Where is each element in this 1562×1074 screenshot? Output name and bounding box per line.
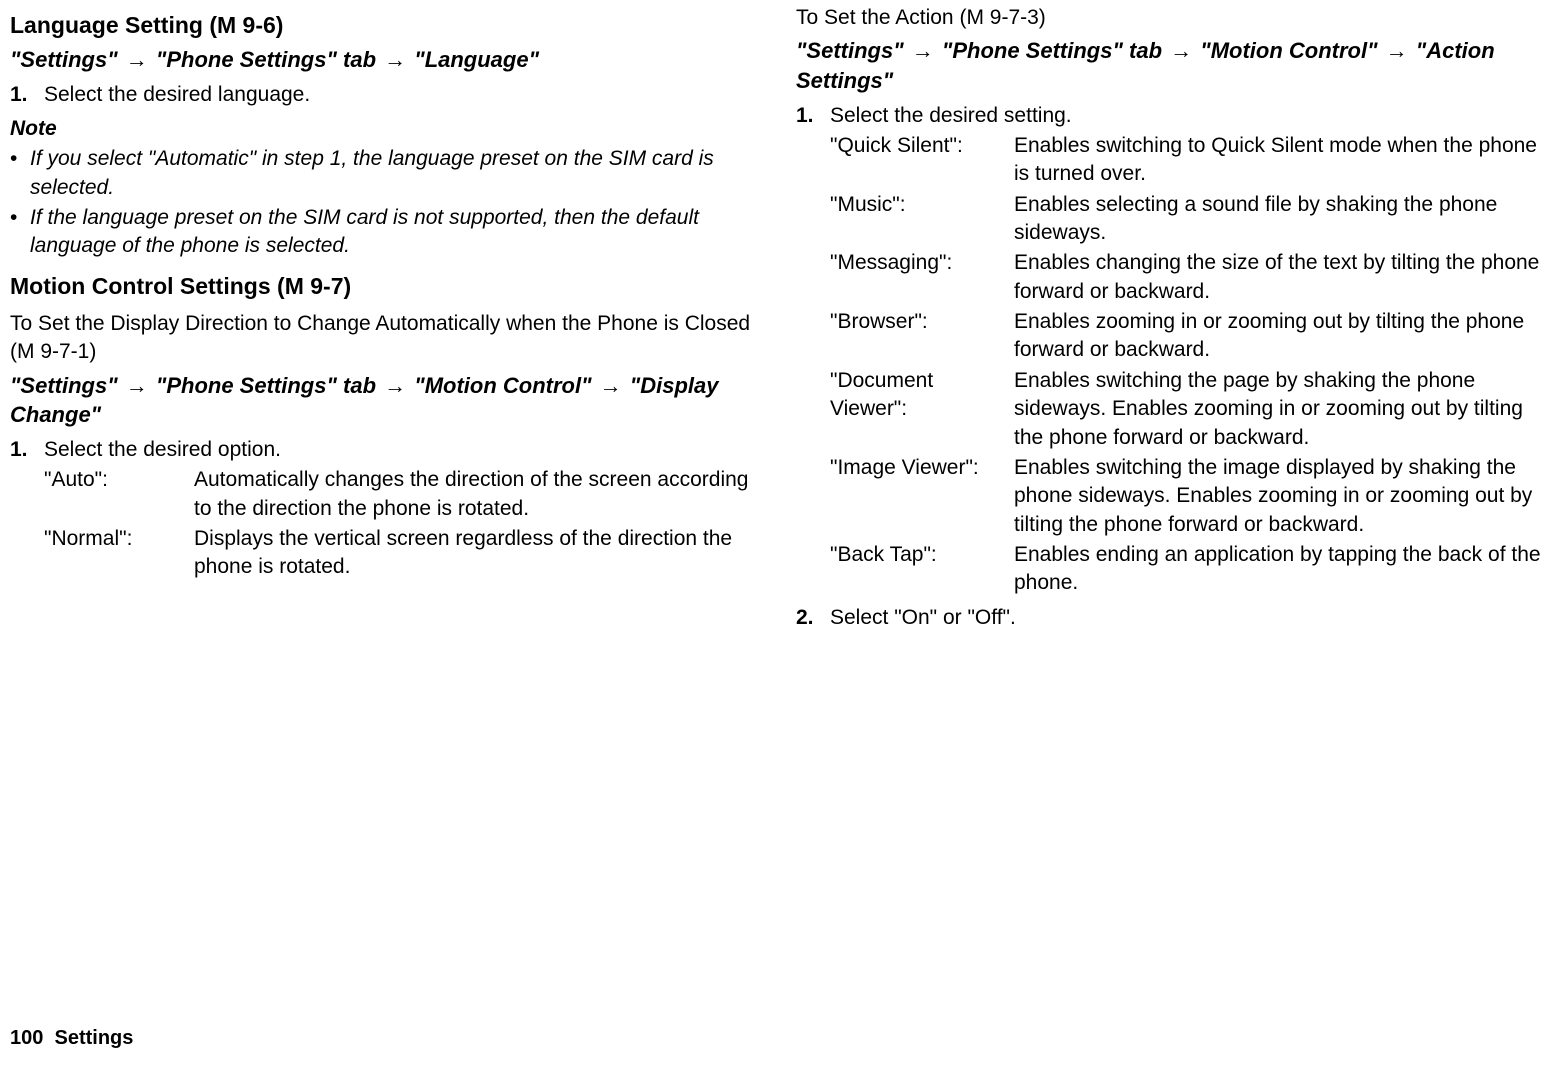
step-row: 2. Select "On" or "Off". (796, 604, 1552, 632)
path-part: "Phone Settings" tab (156, 373, 376, 398)
option-desc: Enables switching to Quick Silent mode w… (1014, 132, 1552, 189)
arrow-icon: → (1384, 38, 1410, 63)
option-desc: Enables changing the size of the text by… (1014, 249, 1552, 306)
path-part: "Phone Settings" tab (942, 38, 1162, 63)
path-part: "Motion Control" (1200, 38, 1377, 63)
option-term: "Browser": (830, 308, 1014, 365)
menu-code: (M 9-7) (277, 273, 351, 299)
right-column: To Set the Action (M 9-7-3) "Settings" →… (796, 4, 1552, 632)
path-part: "Motion Control" (414, 373, 591, 398)
option-term: "Document Viewer": (830, 367, 1014, 452)
option-term: "Messaging": (830, 249, 1014, 306)
option-row: "Document Viewer": Enables switching the… (830, 367, 1552, 452)
option-desc: Displays the vertical screen regardless … (194, 525, 766, 582)
path-part: "Settings" (796, 38, 904, 63)
step-text: Select "On" or "Off". (830, 604, 1016, 632)
subheading-action: To Set the Action (M 9-7-3) (796, 4, 1552, 32)
action-options-block: "Quick Silent": Enables switching to Qui… (796, 132, 1552, 598)
step-number: 1. (10, 436, 44, 464)
nav-path-language: "Settings" → "Phone Settings" tab → "Lan… (10, 45, 766, 75)
options-block: "Auto": Automatically changes the direct… (10, 466, 766, 581)
heading-text: Language Setting (10, 12, 203, 38)
option-row: "Music": Enables selecting a sound file … (830, 191, 1552, 248)
bullet-icon: • (10, 204, 30, 261)
option-term: "Image Viewer": (830, 454, 1014, 539)
note-bullet: • If the language preset on the SIM card… (10, 204, 766, 261)
menu-code: (M 9-7-1) (10, 340, 96, 363)
path-part: "Settings" (10, 373, 118, 398)
arrow-icon: → (382, 47, 408, 72)
path-part: "Language" (414, 47, 539, 72)
heading-motion-control: Motion Control Settings (M 9-7) (10, 271, 766, 302)
option-desc: Enables switching the image displayed by… (1014, 454, 1552, 539)
step-row: 1. Select the desired setting. (796, 102, 1552, 130)
heading-language-setting: Language Setting (M 9-6) (10, 10, 766, 41)
step-row: 1. Select the desired option. (10, 436, 766, 464)
step-number: 1. (796, 102, 830, 130)
note-text: If the language preset on the SIM card i… (30, 204, 766, 261)
option-desc: Enables zooming in or zooming out by til… (1014, 308, 1552, 365)
menu-code: (M 9-7-3) (959, 6, 1045, 29)
option-term: "Quick Silent": (830, 132, 1014, 189)
arrow-icon: → (910, 38, 936, 63)
option-row: "Browser": Enables zooming in or zooming… (830, 308, 1552, 365)
option-row: "Normal": Displays the vertical screen r… (44, 525, 766, 582)
step-number: 1. (10, 81, 44, 109)
note-heading: Note (10, 115, 766, 143)
option-row: "Back Tap": Enables ending an applicatio… (830, 541, 1552, 598)
page-number: 100 (10, 1027, 43, 1049)
option-row: "Image Viewer": Enables switching the im… (830, 454, 1552, 539)
option-row: "Messaging": Enables changing the size o… (830, 249, 1552, 306)
note-bullet: • If you select "Automatic" in step 1, t… (10, 145, 766, 202)
note-text: If you select "Automatic" in step 1, the… (30, 145, 766, 202)
bullet-icon: • (10, 145, 30, 202)
arrow-icon: → (124, 47, 150, 72)
left-column: Language Setting (M 9-6) "Settings" → "P… (10, 4, 766, 632)
nav-path-action-settings: "Settings" → "Phone Settings" tab → "Mot… (796, 36, 1552, 95)
option-term: "Music": (830, 191, 1014, 248)
subheading-text: To Set the Action (796, 6, 954, 29)
path-part: "Phone Settings" tab (156, 47, 376, 72)
option-desc: Enables ending an application by tapping… (1014, 541, 1552, 598)
option-term: "Normal": (44, 525, 194, 582)
arrow-icon: → (1168, 38, 1194, 63)
section-label: Settings (55, 1027, 134, 1049)
option-row: "Auto": Automatically changes the direct… (44, 466, 766, 523)
option-row: "Quick Silent": Enables switching to Qui… (830, 132, 1552, 189)
menu-code: (M 9-6) (209, 12, 283, 38)
subheading-text: To Set the Display Direction to Change A… (10, 312, 750, 335)
step-text: Select the desired language. (44, 81, 310, 109)
step-text: Select the desired option. (44, 436, 281, 464)
step-row: 1. Select the desired language. (10, 81, 766, 109)
option-desc: Enables selecting a sound file by shakin… (1014, 191, 1552, 248)
option-term: "Back Tap": (830, 541, 1014, 598)
arrow-icon: → (382, 373, 408, 398)
option-term: "Auto": (44, 466, 194, 523)
option-desc: Automatically changes the direction of t… (194, 466, 766, 523)
option-desc: Enables switching the page by shaking th… (1014, 367, 1552, 452)
step-text: Select the desired setting. (830, 102, 1072, 130)
page-body: Language Setting (M 9-6) "Settings" → "P… (0, 0, 1562, 632)
path-part: "Settings" (10, 47, 118, 72)
subheading-display-change: To Set the Display Direction to Change A… (10, 310, 766, 367)
arrow-icon: → (598, 373, 624, 398)
nav-path-display-change: "Settings" → "Phone Settings" tab → "Mot… (10, 371, 766, 430)
arrow-icon: → (124, 373, 150, 398)
page-footer: 100 Settings (10, 1025, 133, 1052)
step-number: 2. (796, 604, 830, 632)
heading-text: Motion Control Settings (10, 273, 271, 299)
